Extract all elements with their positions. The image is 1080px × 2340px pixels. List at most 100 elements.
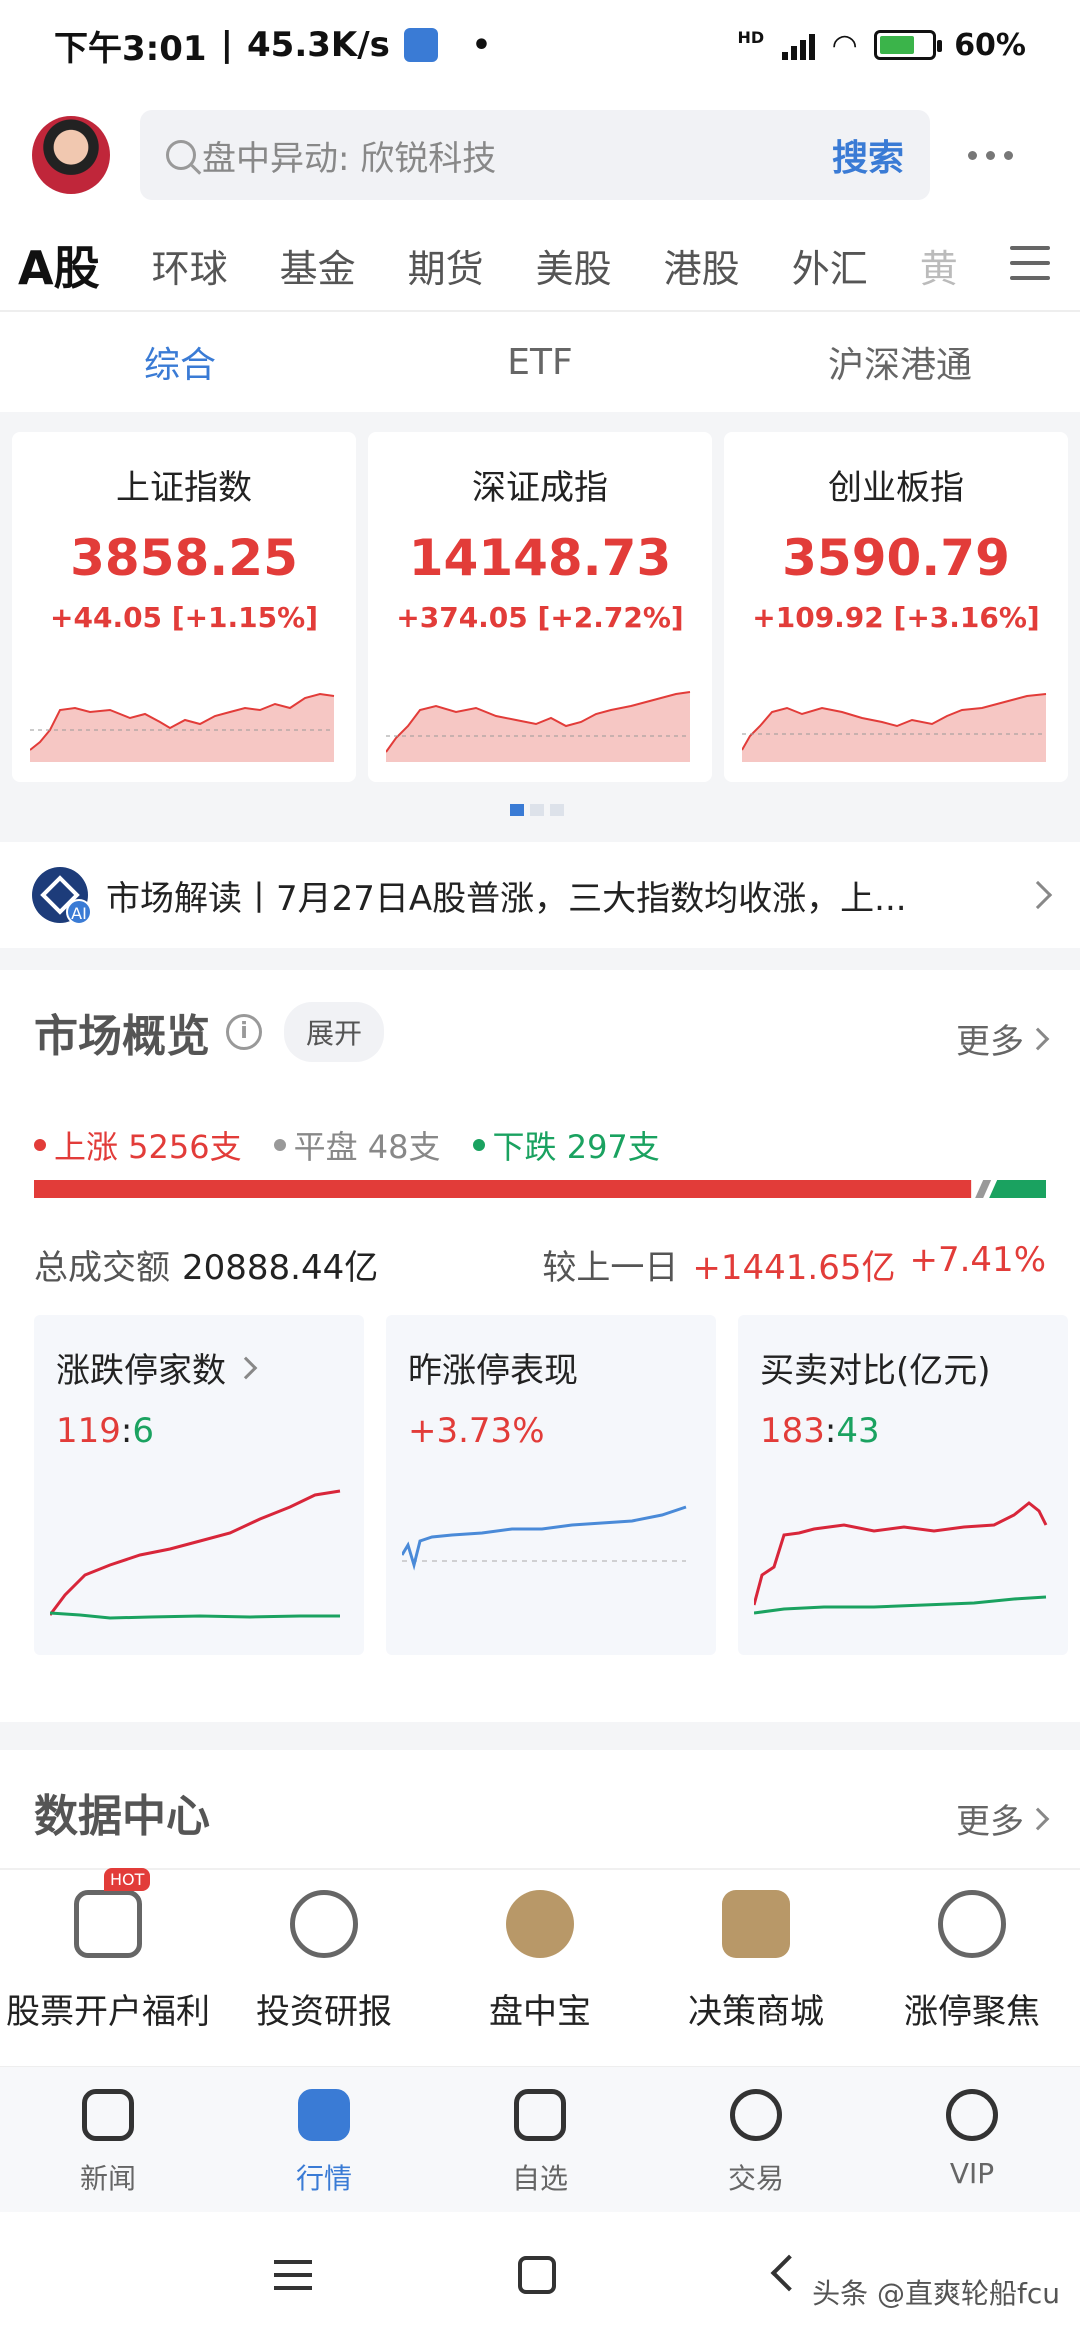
index-name: 上证指数	[116, 468, 252, 508]
item-label: 盘中宝	[489, 1992, 591, 2032]
chart-plus-icon	[74, 1890, 142, 1958]
card-title: 涨跌停家数	[56, 1351, 226, 1391]
battery-percent: 60%	[954, 27, 1026, 63]
app-notification-icon	[403, 28, 438, 62]
multiply-check-icon	[722, 1890, 790, 1958]
index-name: 创业板指	[828, 468, 964, 508]
tab-gold[interactable]: 黄	[920, 238, 958, 293]
subtab-overall[interactable]: 综合	[0, 336, 360, 388]
buy-amount: 183	[760, 1411, 825, 1451]
quotes-icon	[298, 2089, 350, 2141]
home-icon[interactable]	[518, 2256, 556, 2294]
red-dot-icon	[34, 1139, 46, 1151]
nav-vip[interactable]: VIP	[864, 2067, 1080, 2212]
recent-apps-icon[interactable]	[274, 2260, 312, 2290]
ratio-separator: :	[120, 1411, 133, 1451]
limit-up-count: 119	[56, 1411, 121, 1451]
expand-button[interactable]: 展开	[284, 1002, 385, 1062]
compare-label: 较上一日	[542, 1248, 679, 1288]
turnover-row: 总成交额 20888.44亿 较上一日 +1441.65亿 +7.41%	[34, 1240, 1046, 1289]
ai-assistant-icon: AI	[32, 867, 92, 925]
sub-tabs: 综合 ETF 沪深港通	[0, 312, 1080, 412]
card-title: 买卖对比(亿元)	[760, 1351, 991, 1391]
bottom-navigation: 新闻 行情 自选 交易 VIP	[0, 2066, 1080, 2212]
market-interpretation[interactable]: AI 市场解读丨7月27日A股普涨，三大指数均收涨，上...	[0, 842, 1080, 948]
flat-count: 平盘 48支	[293, 1128, 441, 1166]
account-opening-benefits[interactable]: HOT 股票开户福利	[0, 1868, 216, 2033]
card-title: 昨涨停表现	[408, 1351, 578, 1391]
nav-trade[interactable]: 交易	[648, 2067, 864, 2212]
nav-label: 行情	[295, 2162, 352, 2195]
alarm-chart-icon	[506, 1890, 574, 1958]
subtab-connect[interactable]: 沪深港通	[720, 336, 1080, 388]
decision-mall[interactable]: 决策商城	[648, 1890, 864, 2033]
gray-dot-icon	[273, 1139, 286, 1151]
advance-decline-stats: 上涨 5256支 平盘 48支 下跌 297支	[34, 1122, 660, 1168]
index-card-shanghai[interactable]: 上证指数 3858.25 +44.05 [+1.15%]	[12, 432, 356, 782]
tab-us-stocks[interactable]: 美股	[536, 238, 612, 293]
ratio-separator: :	[824, 1411, 837, 1451]
data-center: 数据中心 更多 HOT 股票开户福利 投资研报 盘中宝 决策商城 涨停聚焦	[0, 1750, 1080, 2066]
tab-a-shares[interactable]: A股	[18, 232, 100, 298]
more-label: 更多	[956, 1022, 1024, 1062]
index-value: 3858.25	[70, 529, 298, 587]
network-speed: 45.3K/s	[247, 25, 390, 65]
yesterday-limit-up-card[interactable]: 昨涨停表现 +3.73%	[386, 1315, 716, 1655]
market-overview: 市场概览 i 展开 更多 上涨 5256支 平盘 48支 下跌 297支 总成交…	[0, 970, 1080, 1722]
search-button[interactable]: 搜索	[832, 129, 904, 181]
nav-label: VIP	[949, 2157, 995, 2190]
section-title: 市场概览	[34, 1011, 210, 1062]
user-avatar[interactable]	[32, 116, 110, 194]
limit-up-down-card[interactable]: 涨跌停家数 119:6	[34, 1315, 364, 1655]
exchange-icon	[730, 2089, 782, 2141]
nav-news[interactable]: 新闻	[0, 2067, 216, 2212]
compare-percent: +7.41%	[909, 1240, 1047, 1280]
index-cards: 上证指数 3858.25 +44.05 [+1.15%] 深证成指 14148.…	[0, 412, 1080, 834]
nav-quotes[interactable]: 行情	[216, 2067, 432, 2212]
tab-menu-icon[interactable]	[1010, 246, 1050, 280]
compare-value: +1441.65亿	[692, 1248, 896, 1288]
buy-sell-card[interactable]: 买卖对比(亿元) 183:43	[738, 1315, 1068, 1655]
research-reports[interactable]: 投资研报	[216, 1890, 432, 2033]
index-card-chinext[interactable]: 创业板指 3590.79 +109.92 [+3.16%]	[724, 432, 1068, 782]
nav-watchlist[interactable]: 自选	[432, 2067, 648, 2212]
index-sparkline	[386, 691, 691, 762]
item-label: 投资研报	[256, 1992, 392, 2032]
more-options-icon[interactable]	[968, 150, 1013, 160]
news-icon	[82, 2089, 134, 2141]
market-tabs: A股 环球 基金 期货 美股 港股 外汇 黄	[0, 220, 1080, 312]
tab-hk-stocks[interactable]: 港股	[664, 238, 740, 293]
yesterday-chart	[402, 1505, 687, 1571]
tab-funds[interactable]: 基金	[280, 238, 356, 293]
item-label: 股票开户福利	[6, 1992, 210, 2032]
item-label: 决策商城	[688, 1992, 824, 2032]
search-bar[interactable]: 盘中异动: 欣锐科技 搜索	[140, 110, 930, 200]
chevron-right-icon	[1023, 880, 1053, 910]
magnifier-chart-icon	[938, 1890, 1006, 1958]
index-card-shenzhen[interactable]: 深证成指 14148.73 +374.05 [+2.72%]	[368, 432, 712, 782]
index-sparkline	[742, 693, 1047, 762]
tab-global[interactable]: 环球	[152, 238, 228, 293]
status-bar: 下午3:01 | 45.3K/s • HD ◠ 60%	[0, 0, 1080, 90]
app-header: 盘中异动: 欣锐科技 搜索	[0, 90, 1080, 220]
chevron-right-icon	[1026, 1027, 1050, 1050]
vip-icon	[946, 2089, 998, 2141]
turnover-value: 20888.44亿	[182, 1248, 379, 1288]
yesterday-performance: +3.73%	[408, 1411, 545, 1451]
limit-up-focus[interactable]: 涨停聚焦	[864, 1890, 1080, 2033]
intraday-treasure[interactable]: 盘中宝	[432, 1890, 648, 2033]
overview-more-link[interactable]: 更多	[956, 1014, 1050, 1063]
data-center-more-link[interactable]: 更多	[956, 1794, 1050, 1843]
index-value: 3590.79	[782, 529, 1010, 587]
tab-futures[interactable]: 期货	[408, 238, 484, 293]
subtab-etf[interactable]: ETF	[360, 342, 720, 383]
info-icon[interactable]: i	[226, 1014, 262, 1050]
index-name: 深证成指	[472, 468, 608, 508]
index-change: +109.92 [+3.16%]	[752, 601, 1040, 634]
back-icon[interactable]	[770, 2254, 808, 2292]
advance-decline-bar	[34, 1180, 1046, 1198]
battery-icon	[874, 30, 943, 60]
index-change: +374.05 [+2.72%]	[396, 601, 684, 634]
carousel-pager	[510, 804, 564, 816]
tab-forex[interactable]: 外汇	[792, 238, 868, 293]
